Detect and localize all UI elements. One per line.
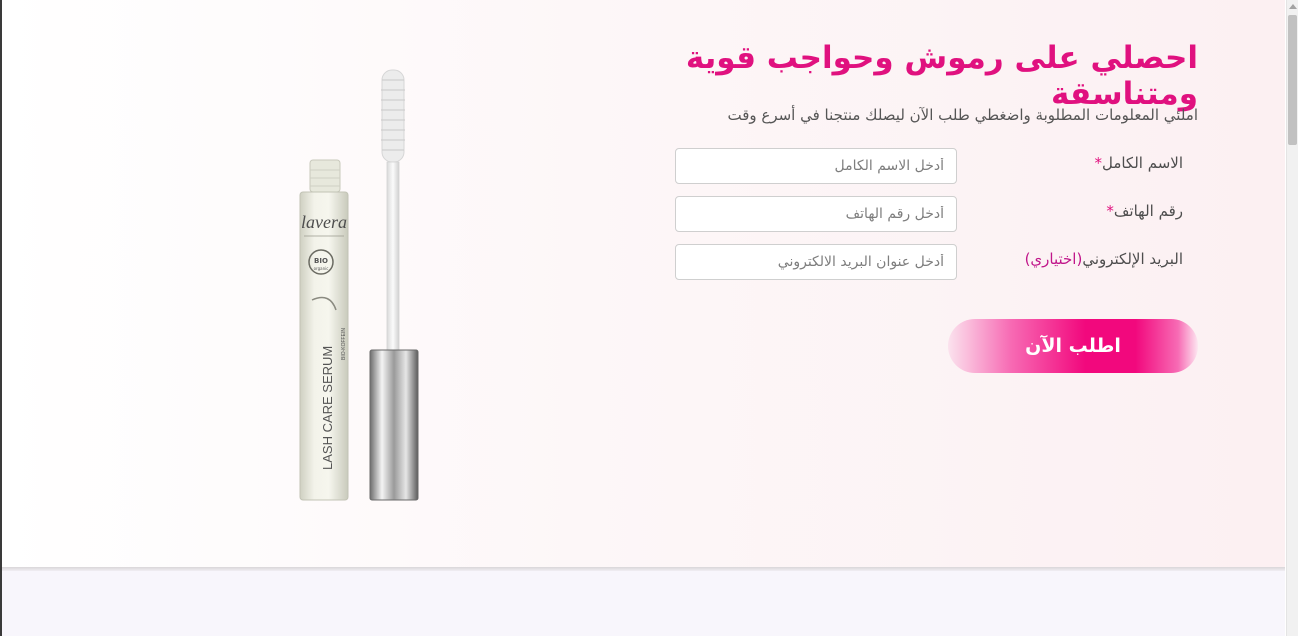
email-label-text: البريد الإلكتروني	[1082, 250, 1183, 268]
full-name-label-text: الاسم الكامل	[1101, 154, 1183, 172]
product-brand: lavera	[301, 212, 347, 232]
page-title: احصلي على رموش وحواجب قوية ومتناسقة	[685, 40, 1198, 112]
phone-label: رقم الهاتف*	[983, 202, 1183, 220]
phone-label-text: رقم الهاتف	[1113, 202, 1183, 220]
email-label: البريد الإلكتروني(اختياري)	[983, 250, 1183, 268]
order-now-button[interactable]: اطلب الآن	[948, 319, 1198, 373]
page-subtitle: املئي المعلومات المطلوبة واضغطي طلب الآن…	[727, 106, 1198, 124]
next-section	[2, 571, 1285, 636]
scroll-up-arrow-icon[interactable]	[1289, 4, 1297, 9]
scrollbar-thumb[interactable]	[1288, 15, 1297, 145]
product-image: lavera BIO organic LASH CARE SERUM BIO-K…	[299, 69, 419, 501]
required-marker: *	[1106, 202, 1114, 220]
full-name-input[interactable]	[675, 148, 957, 184]
mascara-brush	[381, 69, 405, 163]
product-name: LASH CARE SERUM	[320, 346, 335, 470]
email-input[interactable]	[675, 244, 957, 280]
full-name-label: الاسم الكامل*	[983, 154, 1183, 172]
phone-input[interactable]	[675, 196, 957, 232]
optional-note: (اختياري)	[1024, 250, 1083, 268]
required-marker: *	[1094, 154, 1102, 172]
product-seal-sub: organic	[314, 266, 329, 271]
product-subname: BIO-KOFFEIN	[341, 328, 347, 360]
product-seal: BIO	[314, 257, 328, 265]
